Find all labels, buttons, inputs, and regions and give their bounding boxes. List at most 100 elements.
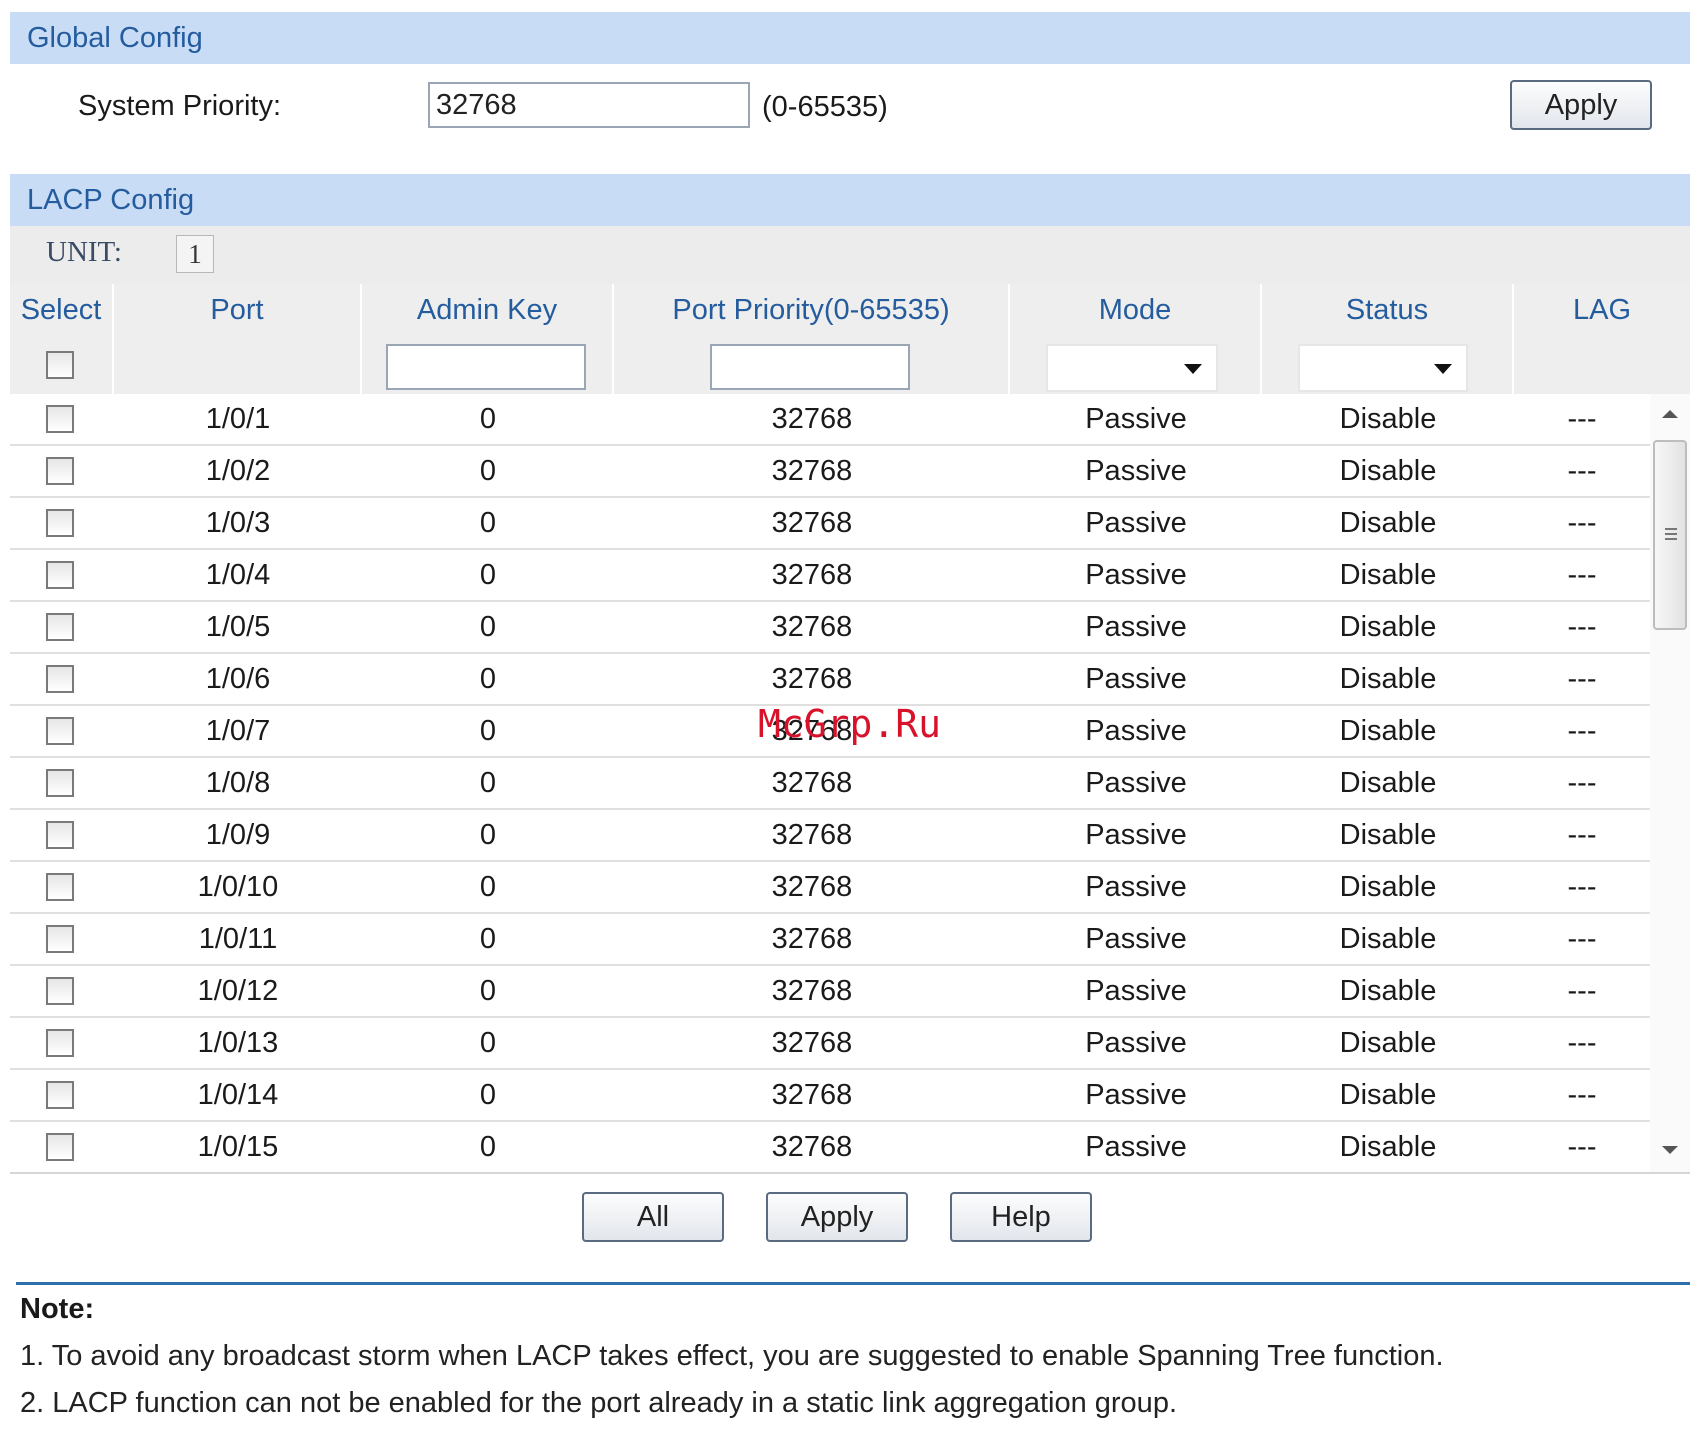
row-select-checkbox[interactable] [46,613,74,641]
port-priority-cell: 32768 [771,507,853,539]
table-row[interactable]: 1/0/1 0 32768 Passive Disable --- [10,394,1650,446]
filter-lag-cell [1514,336,1690,394]
admin-key-cell: 0 [479,1131,497,1163]
status-select[interactable] [1298,344,1468,392]
status-cell: Disable [1339,1027,1437,1059]
global-config-header: Global Config [10,12,1690,64]
chevron-down-icon [1434,364,1452,374]
row-select-checkbox[interactable] [46,873,74,901]
port-cell: 1/0/1 [205,403,271,435]
column-header-port: Port [114,284,362,336]
filter-port-cell [114,336,362,394]
table-scrollbar[interactable] [1650,394,1690,1172]
table-row[interactable]: 1/0/14 0 32768 Passive Disable --- [10,1070,1650,1122]
scroll-down-arrow-icon[interactable] [1662,1146,1678,1154]
mode-cell: Passive [1085,715,1187,747]
unit-label: UNIT: [46,236,122,268]
table-row[interactable]: 1/0/5 0 32768 Passive Disable --- [10,602,1650,654]
lag-cell: --- [1567,455,1597,487]
table-row[interactable]: 1/0/2 0 32768 Passive Disable --- [10,446,1650,498]
row-select-checkbox[interactable] [46,769,74,797]
row-select-checkbox[interactable] [46,1081,74,1109]
status-cell: Disable [1339,455,1437,487]
table-row[interactable]: 1/0/9 0 32768 Passive Disable --- [10,810,1650,862]
row-select-checkbox[interactable] [46,821,74,849]
mode-cell: Passive [1085,1131,1187,1163]
row-select-checkbox[interactable] [46,405,74,433]
table-row[interactable]: 1/0/10 0 32768 Passive Disable --- [10,862,1650,914]
filter-mode-cell [1010,336,1262,394]
lag-cell: --- [1567,611,1597,643]
lag-cell: --- [1567,819,1597,851]
unit-selector[interactable]: 1 [176,235,214,273]
lag-cell: --- [1567,923,1597,955]
mode-select[interactable] [1046,344,1218,392]
port-priority-cell: 32768 [771,559,853,591]
table-row[interactable]: 1/0/6 0 32768 Passive Disable --- [10,654,1650,706]
lacp-config-header: LACP Config [10,174,1690,226]
filter-admin-key-cell [362,336,614,394]
column-header-port-priority: Port Priority(0-65535) [614,284,1010,336]
row-select-checkbox[interactable] [46,665,74,693]
scroll-up-arrow-icon[interactable] [1662,410,1678,418]
row-select-checkbox[interactable] [46,457,74,485]
mode-cell: Passive [1085,1027,1187,1059]
port-cell: 1/0/4 [205,559,271,591]
note-title: Note: [20,1293,95,1325]
apply-button[interactable]: Apply [766,1192,908,1242]
port-priority-cell: 32768 [771,455,853,487]
table-row[interactable]: 1/0/4 0 32768 Passive Disable --- [10,550,1650,602]
system-priority-input[interactable] [428,82,750,128]
port-cell: 1/0/6 [205,663,271,695]
table-row[interactable]: 1/0/11 0 32768 Passive Disable --- [10,914,1650,966]
mode-cell: Passive [1085,507,1187,539]
port-cell: 1/0/5 [205,611,271,643]
row-select-checkbox[interactable] [46,717,74,745]
system-priority-label: System Priority: [78,90,282,122]
help-button[interactable]: Help [950,1192,1092,1242]
global-apply-button[interactable]: Apply [1510,80,1652,130]
row-select-checkbox[interactable] [46,561,74,589]
port-priority-input[interactable] [710,344,910,390]
filter-status-cell [1262,336,1514,394]
table-row[interactable]: 1/0/12 0 32768 Passive Disable --- [10,966,1650,1018]
select-all-checkbox[interactable] [46,351,74,379]
note-item-2: 2. LACP function can not be enabled for … [20,1387,1177,1419]
scrollbar-thumb[interactable] [1653,440,1687,630]
unit-bar: UNIT: 1 [10,226,1690,284]
status-cell: Disable [1339,663,1437,695]
all-button[interactable]: All [582,1192,724,1242]
row-select-checkbox[interactable] [46,1133,74,1161]
status-cell: Disable [1339,1079,1437,1111]
table-row[interactable]: 1/0/15 0 32768 Passive Disable --- [10,1122,1650,1172]
status-cell: Disable [1339,1131,1437,1163]
lag-cell: --- [1567,663,1597,695]
row-select-checkbox[interactable] [46,977,74,1005]
column-header-lag: LAG [1514,284,1690,336]
port-cell: 1/0/8 [205,767,271,799]
row-select-checkbox[interactable] [46,925,74,953]
admin-key-cell: 0 [479,611,497,643]
row-select-checkbox[interactable] [46,509,74,537]
table-row[interactable]: 1/0/8 0 32768 Passive Disable --- [10,758,1650,810]
mode-cell: Passive [1085,663,1187,695]
admin-key-input[interactable] [386,344,586,390]
mode-cell: Passive [1085,559,1187,591]
port-priority-cell: 32768 [771,1027,853,1059]
table-row[interactable]: 1/0/13 0 32768 Passive Disable --- [10,1018,1650,1070]
port-cell: 1/0/2 [205,455,271,487]
port-cell: 1/0/11 [198,923,278,955]
admin-key-cell: 0 [479,715,497,747]
admin-key-cell: 0 [479,767,497,799]
port-priority-cell: 32768 [771,1131,853,1163]
row-select-checkbox[interactable] [46,1029,74,1057]
port-cell: 1/0/10 [197,871,279,903]
status-cell: Disable [1339,403,1437,435]
port-cell: 1/0/7 [205,715,271,747]
port-cell: 1/0/12 [197,975,279,1007]
table-row[interactable]: 1/0/3 0 32768 Passive Disable --- [10,498,1650,550]
admin-key-cell: 0 [479,975,497,1007]
mode-cell: Passive [1085,767,1187,799]
admin-key-cell: 0 [479,1027,497,1059]
port-priority-cell: 32768 [771,975,853,1007]
